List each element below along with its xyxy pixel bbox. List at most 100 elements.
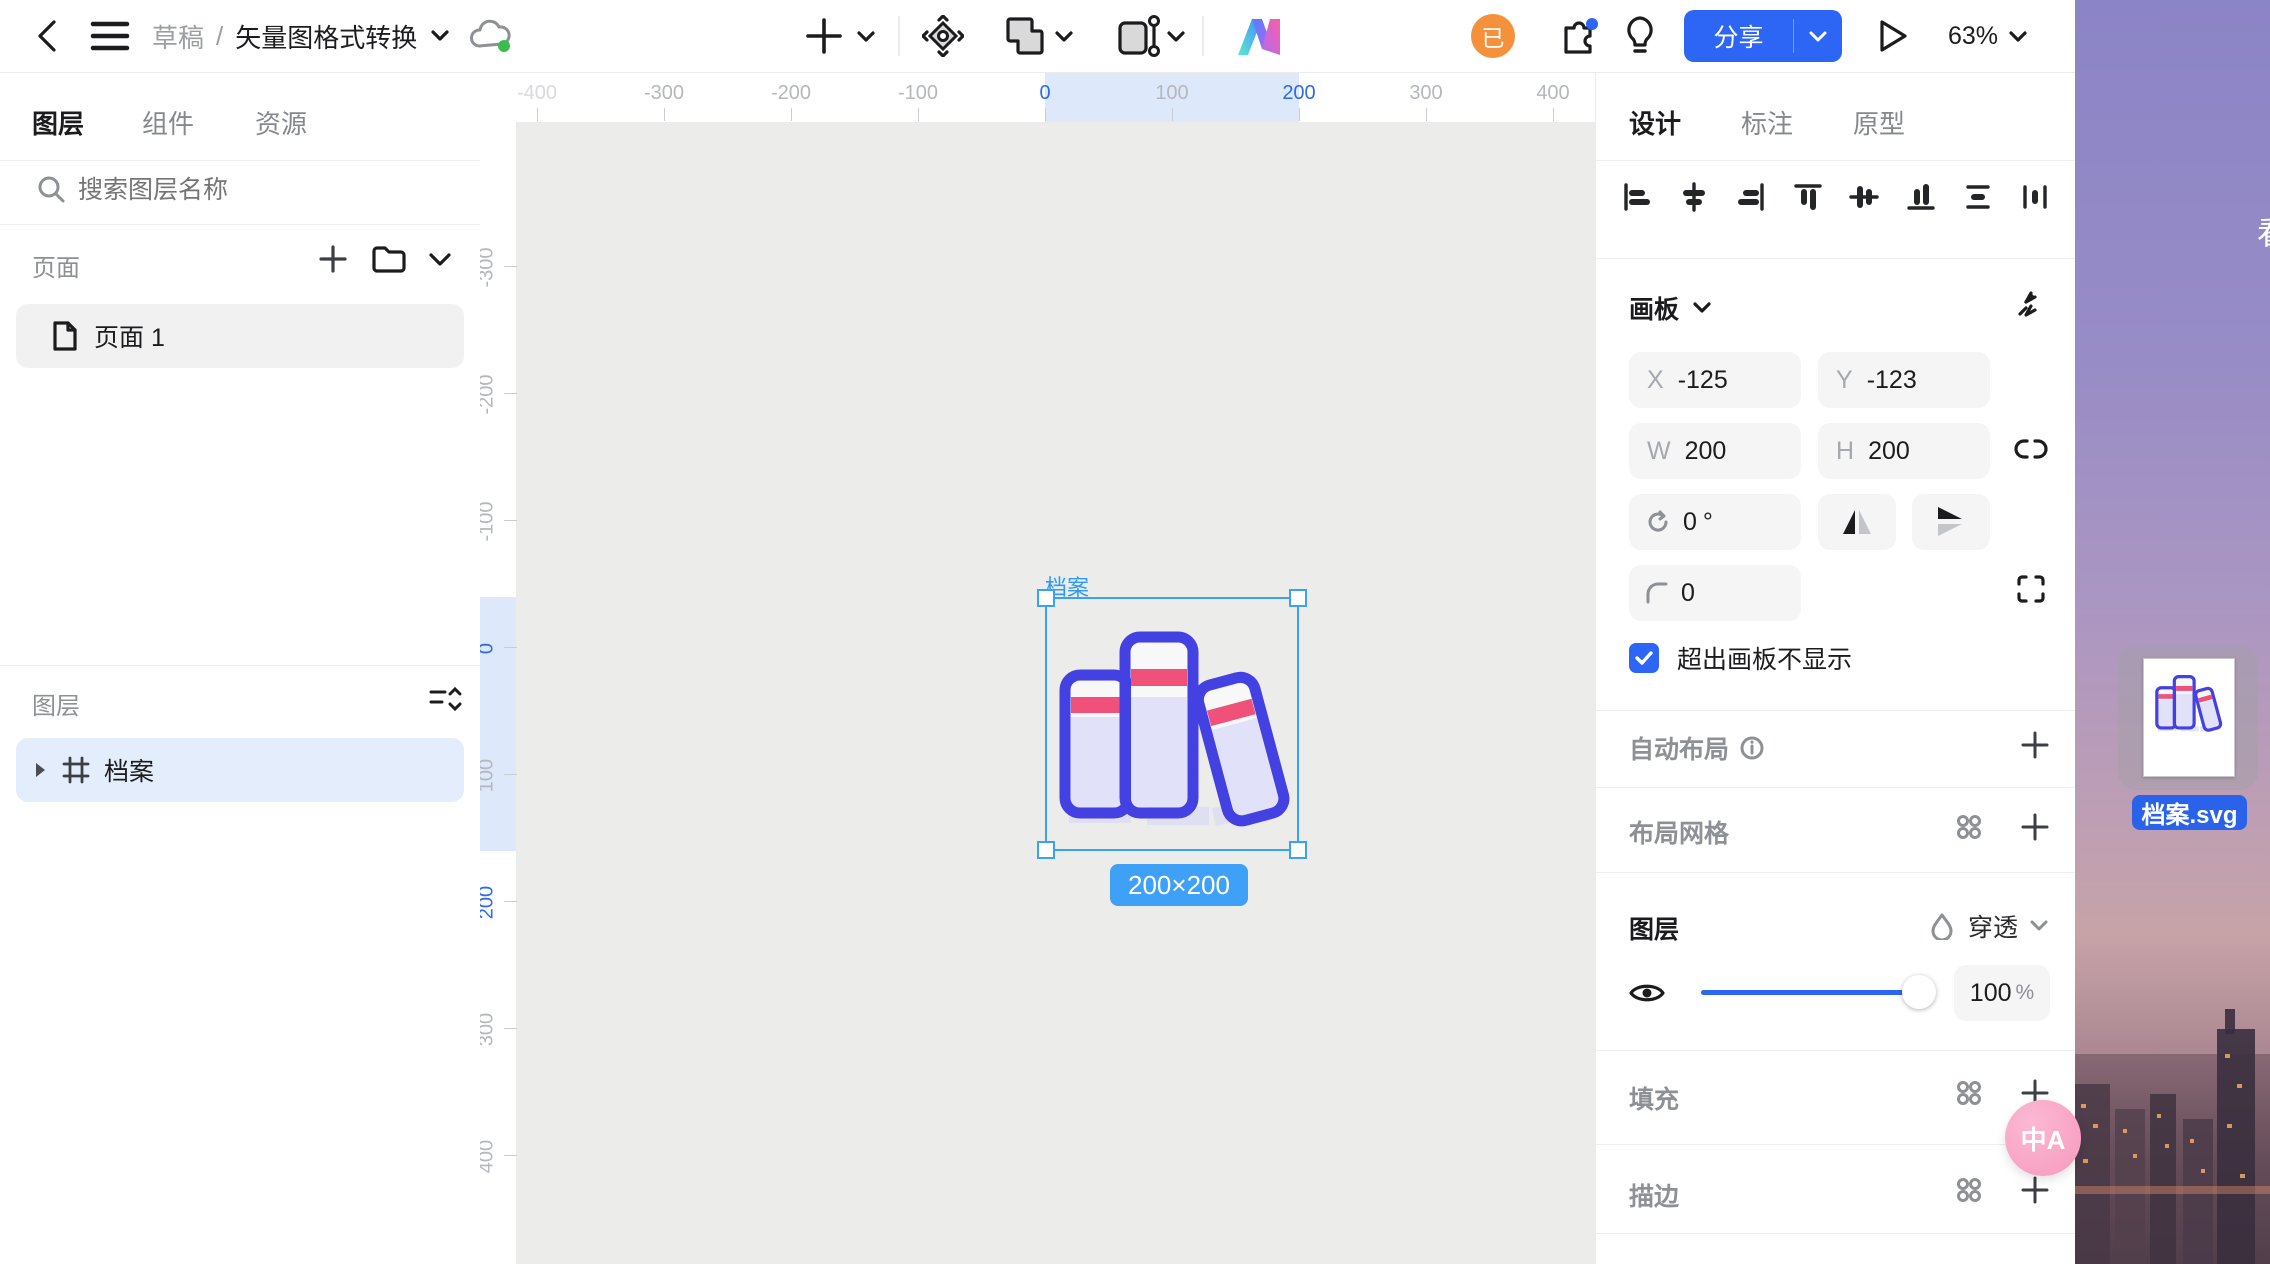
ruler-h-label: 100	[1142, 82, 1202, 105]
ruler-v-label: 200	[480, 873, 499, 933]
ruler-v-label: 400	[480, 1127, 499, 1187]
translate-fab-button[interactable]: 中A	[2005, 1100, 2081, 1176]
left-sidebar: 图层 组件 资源 页面 页面 1 图层	[0, 72, 481, 1264]
tab-assets[interactable]: 资源	[255, 104, 307, 141]
share-button[interactable]: 分享	[1684, 18, 1793, 54]
align-left-icon[interactable]	[1622, 182, 1652, 212]
selection-handle-ne[interactable]	[1289, 589, 1307, 607]
clip-content-label: 超出画板不显示	[1677, 640, 1852, 676]
info-icon[interactable]	[1739, 735, 1765, 761]
pages-collapse-chevron-icon[interactable]	[428, 252, 452, 272]
back-button[interactable]	[34, 0, 60, 72]
tab-prototype[interactable]: 原型	[1853, 104, 1905, 141]
shape-tool-button[interactable]	[1004, 0, 1046, 72]
ruler-v-label: -300	[480, 238, 499, 298]
ruler-v-label: -100	[480, 492, 499, 552]
page-folder-button[interactable]	[372, 245, 406, 278]
tab-design[interactable]: 设计	[1629, 104, 1681, 141]
distribute-horizontal-icon[interactable]	[2020, 182, 2050, 212]
distribute-vertical-icon[interactable]	[1963, 182, 1993, 212]
file-thumbnail-books-icon	[2151, 665, 2225, 739]
rotation-value: 0	[1683, 508, 1697, 537]
opacity-slider-track[interactable]	[1701, 990, 1931, 995]
zoom-level-dropdown[interactable]: 63%	[1948, 0, 2028, 72]
title-menu-chevron-icon[interactable]	[429, 29, 451, 43]
constrain-proportions-link-icon[interactable]	[2014, 436, 2048, 467]
add-auto-layout-button[interactable]	[2020, 730, 2050, 765]
blend-mode-value: 穿透	[1968, 908, 2018, 944]
align-right-icon[interactable]	[1736, 182, 1766, 212]
artboard-section-header[interactable]: 画板	[1629, 290, 1713, 326]
opacity-slider-handle[interactable]	[1902, 975, 1936, 1009]
selection-handle-sw[interactable]	[1037, 841, 1055, 859]
share-dropdown-button[interactable]	[1794, 30, 1842, 43]
add-layout-grid-button[interactable]	[2020, 812, 2050, 847]
clip-content-checkbox[interactable]	[1629, 643, 1659, 673]
blend-mode-dropdown[interactable]: 穿透	[1930, 908, 2050, 944]
align-top-icon[interactable]	[1793, 182, 1823, 212]
frame-tool-chevron-icon[interactable]	[1166, 0, 1186, 72]
y-position-field[interactable]: Y -123	[1818, 352, 1990, 408]
stroke-section-title: 描边	[1629, 1177, 1679, 1213]
corner-radius-field[interactable]: 0	[1629, 565, 1801, 621]
shape-tool-chevron-icon[interactable]	[1054, 0, 1074, 72]
rotation-field[interactable]: 0 °	[1629, 494, 1801, 550]
layout-grid-styles-button[interactable]	[1954, 812, 1984, 847]
layer-section-title: 图层	[1629, 910, 1679, 946]
independent-corners-button[interactable]	[2016, 574, 2046, 609]
height-field[interactable]: H 200	[1818, 423, 1990, 479]
align-vertical-center-icon[interactable]	[1849, 182, 1879, 212]
layer-expand-caret-icon[interactable]	[32, 761, 48, 779]
layout-grid-title: 布局网格	[1629, 814, 1729, 850]
selection-handle-nw[interactable]	[1037, 589, 1055, 607]
tab-annotate[interactable]: 标注	[1741, 104, 1793, 141]
fill-styles-button[interactable]	[1954, 1078, 1984, 1113]
desktop-file-name[interactable]: 档案.svg	[2132, 795, 2247, 830]
translate-icon: 中A	[2021, 1120, 2066, 1157]
app-logo-icon[interactable]	[1236, 0, 1282, 72]
add-page-button[interactable]	[318, 244, 348, 279]
share-button-group: 分享	[1684, 10, 1842, 62]
file-thumbnail[interactable]	[2143, 658, 2235, 777]
frame-tool-button[interactable]	[1116, 0, 1160, 72]
rotation-unit: °	[1703, 508, 1713, 537]
search-input[interactable]	[76, 170, 440, 210]
document-title[interactable]: 矢量图格式转换	[235, 18, 417, 55]
present-play-button[interactable]	[1876, 0, 1910, 72]
x-position-field[interactable]: X -125	[1629, 352, 1801, 408]
page-list-item[interactable]: 页面 1	[16, 304, 464, 368]
layer-list-item-archive[interactable]: 档案	[16, 738, 464, 802]
add-stroke-button[interactable]	[2020, 1175, 2050, 1210]
flip-horizontal-button[interactable]	[1818, 494, 1896, 550]
tab-layers[interactable]: 图层	[32, 104, 84, 141]
ruler-h-label: 300	[1396, 82, 1456, 105]
layers-sort-button[interactable]	[428, 684, 462, 719]
main-menu-button[interactable]	[90, 0, 130, 72]
ruler-h-label: 0	[1015, 82, 1075, 105]
width-field[interactable]: W 200	[1629, 423, 1801, 479]
user-avatar[interactable]: 已	[1471, 14, 1515, 58]
stroke-styles-button[interactable]	[1954, 1175, 1984, 1210]
artboard-section-title: 画板	[1629, 290, 1679, 326]
tab-components[interactable]: 组件	[142, 104, 194, 141]
flip-vertical-button[interactable]	[1912, 494, 1990, 550]
breadcrumb-folder[interactable]: 草稿	[152, 18, 204, 55]
x-field-label: X	[1647, 366, 1664, 395]
move-tool-button[interactable]	[922, 0, 964, 72]
breadcrumb: 草稿 / 矢量图格式转换	[152, 0, 451, 72]
y-field-label: Y	[1836, 366, 1853, 395]
plugins-button[interactable]	[1556, 0, 1600, 72]
insert-tool-chevron-icon[interactable]	[856, 0, 876, 72]
clip-content-row[interactable]: 超出画板不显示	[1629, 640, 1852, 676]
collapse-panel-icon[interactable]	[2014, 290, 2044, 325]
canvas-area[interactable]: -400 -300 -200 -100 0 100 200 300 400 -3…	[480, 72, 1595, 1264]
align-horizontal-center-icon[interactable]	[1679, 182, 1709, 212]
layer-visibility-eye-icon[interactable]	[1629, 980, 1665, 1011]
help-lightbulb-button[interactable]	[1622, 0, 1658, 72]
insert-tool-button[interactable]	[805, 0, 843, 72]
selected-artboard[interactable]	[1045, 597, 1299, 851]
opacity-field[interactable]: 100 %	[1954, 965, 2050, 1021]
align-bottom-icon[interactable]	[1906, 182, 1936, 212]
selection-handle-se[interactable]	[1289, 841, 1307, 859]
page-item-label: 页面 1	[94, 318, 165, 354]
